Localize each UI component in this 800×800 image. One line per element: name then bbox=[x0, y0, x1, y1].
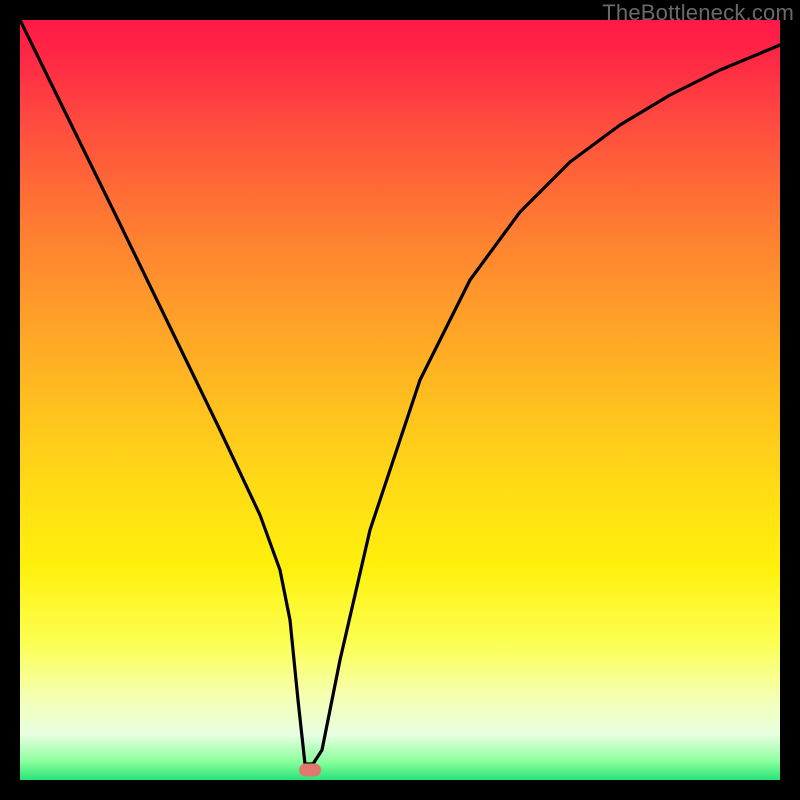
curve-path bbox=[20, 20, 780, 764]
chart-frame: TheBottleneck.com bbox=[0, 0, 800, 800]
plot-area bbox=[20, 20, 780, 780]
optimum-marker-icon bbox=[299, 764, 321, 777]
bottleneck-curve bbox=[20, 20, 780, 780]
